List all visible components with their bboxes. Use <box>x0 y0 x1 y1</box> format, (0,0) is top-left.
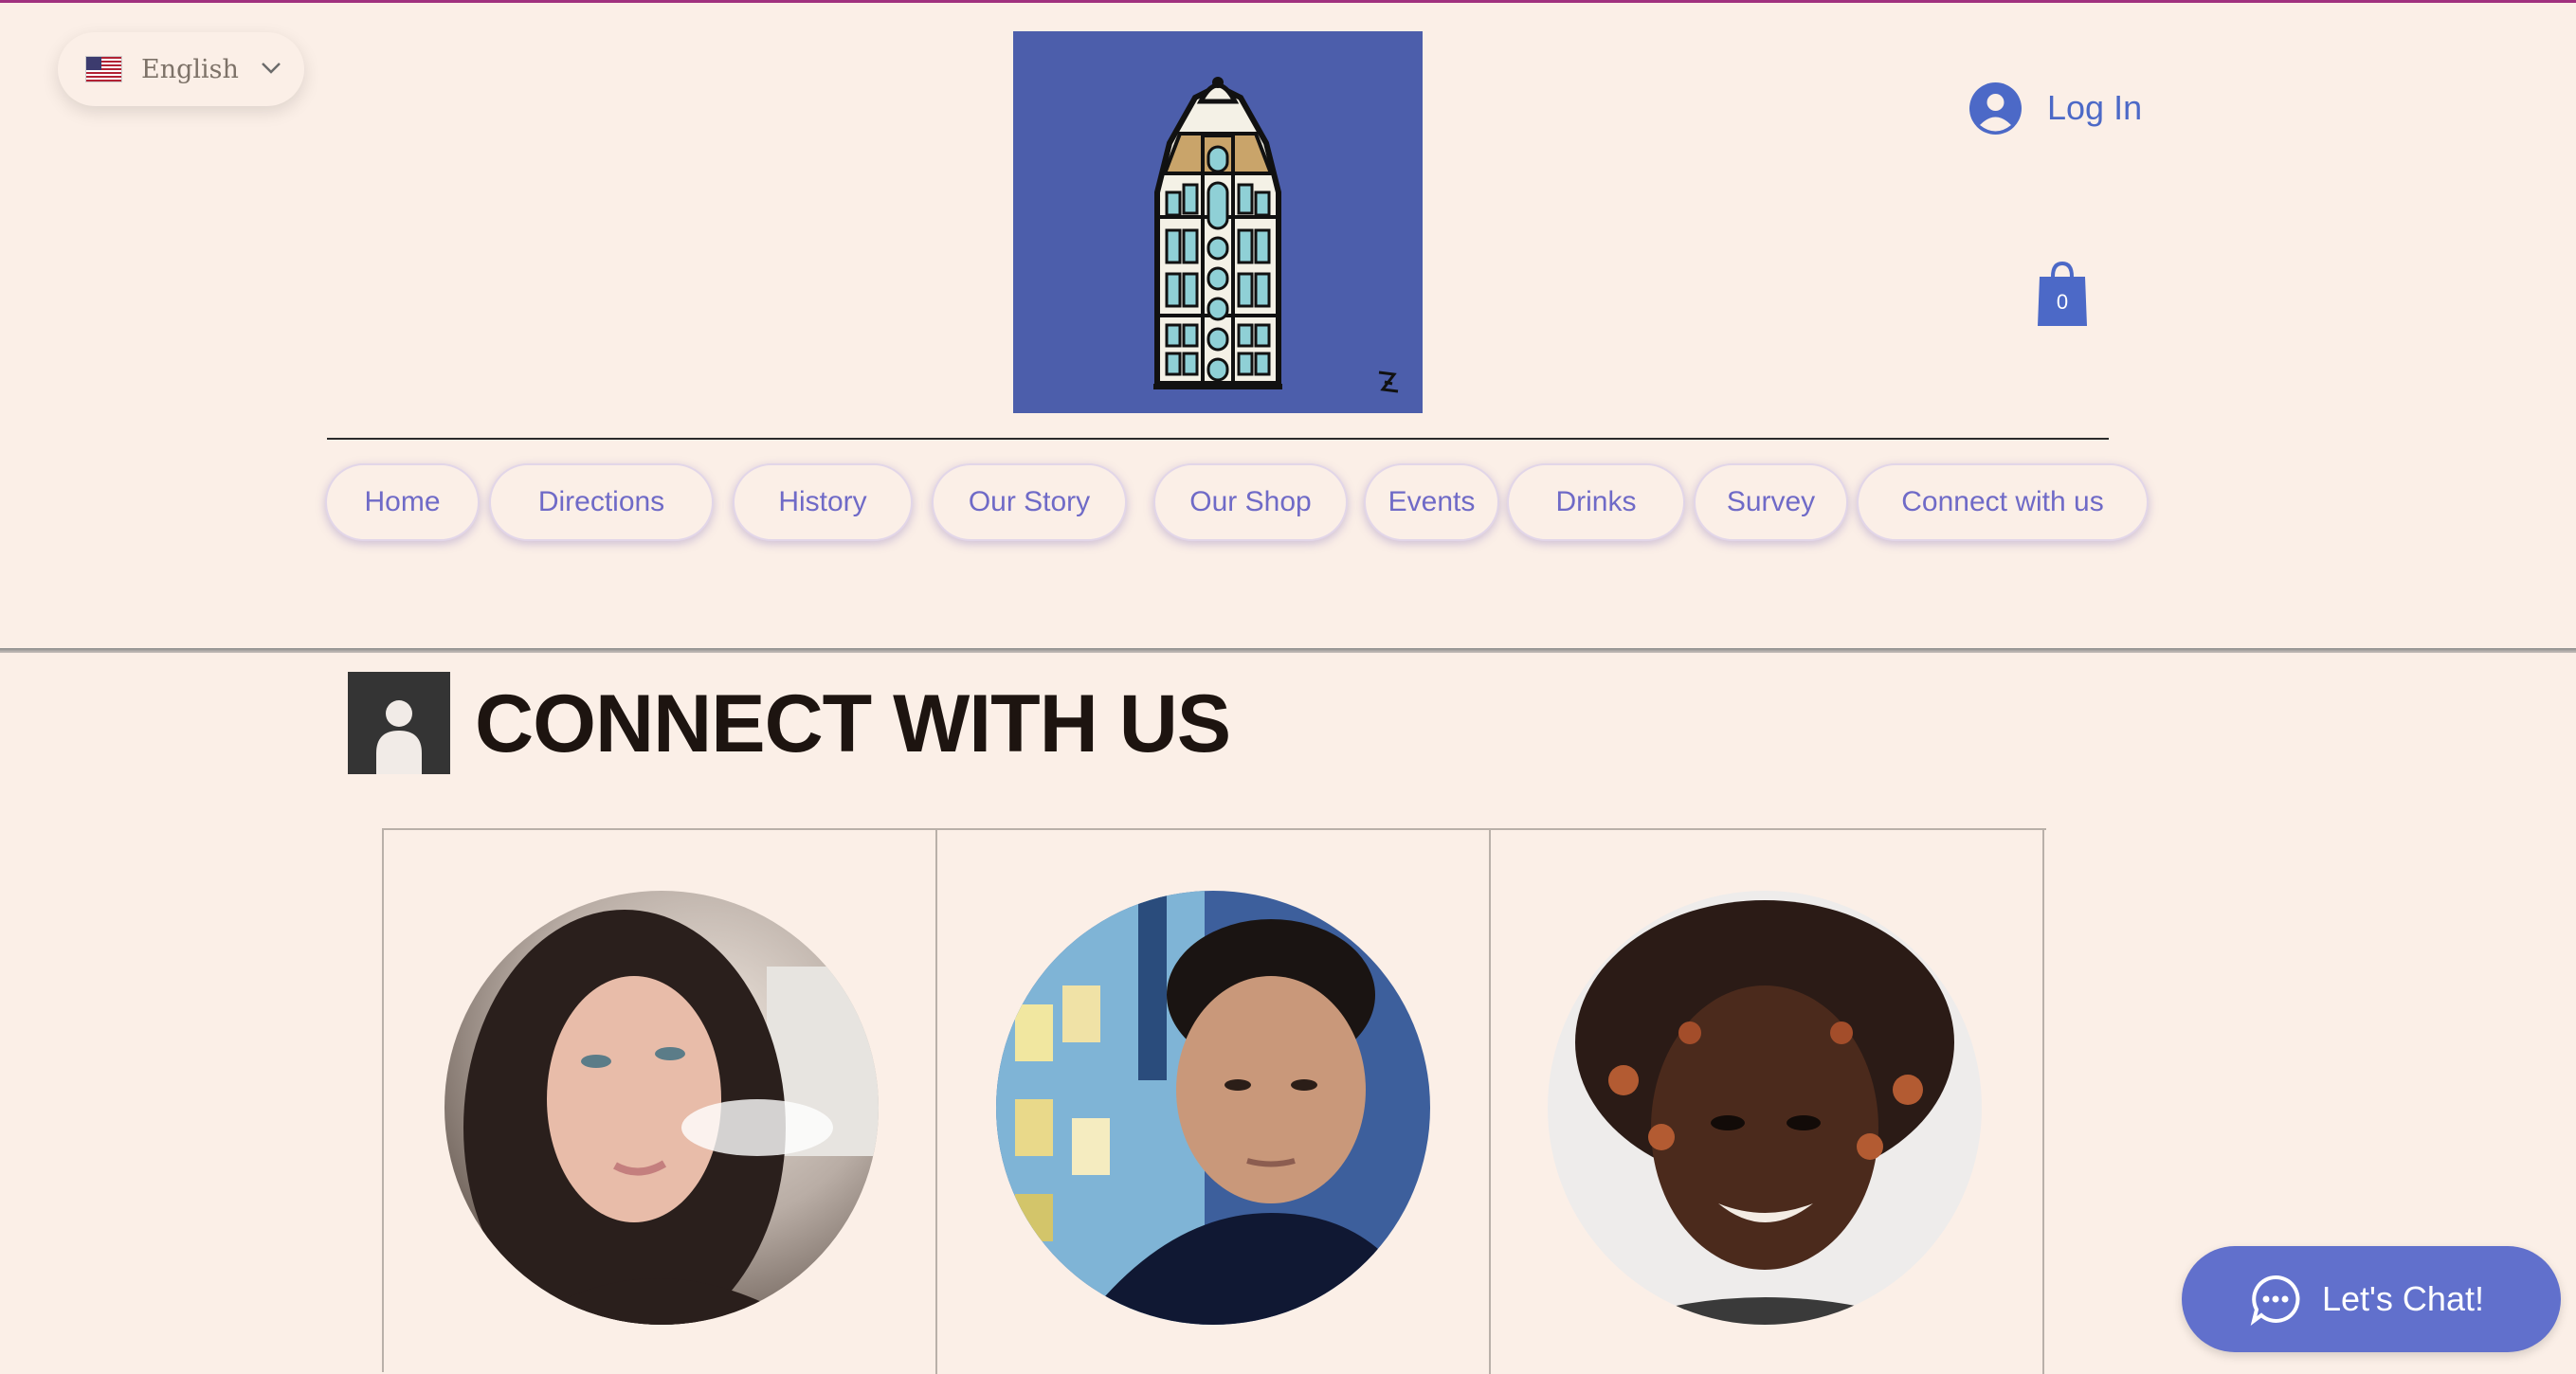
login-button[interactable]: Log In <box>1969 79 2142 137</box>
nav-item-drinks[interactable]: Drinks <box>1507 463 1685 541</box>
nav-item-label: Drinks <box>1555 486 1637 517</box>
chat-button[interactable]: Let's Chat! <box>2182 1246 2561 1352</box>
page-title: CONNECT WITH US <box>475 678 1231 769</box>
nav-item-label: Our Story <box>968 486 1091 517</box>
nav-item-home[interactable]: Home <box>325 463 480 541</box>
nav-item-survey[interactable]: Survey <box>1694 463 1848 541</box>
nav-item-label: Directions <box>537 486 665 517</box>
chat-bubble-icon <box>2250 1275 2300 1326</box>
team-grid <box>382 828 2046 1374</box>
nav-item-label: Events <box>1388 486 1476 517</box>
nav-item-history[interactable]: History <box>733 463 913 541</box>
cart-count: 0 <box>2056 290 2069 314</box>
top-border <box>0 0 2576 3</box>
nav-item-label: History <box>778 486 867 517</box>
nav-item-label: Survey <box>1726 486 1816 517</box>
flatiron-building-icon <box>1153 77 1399 393</box>
team-card <box>937 830 1491 1374</box>
nav-item-our-story[interactable]: Our Story <box>932 463 1127 541</box>
language-selector[interactable]: English <box>58 32 304 106</box>
header-divider <box>0 648 2576 653</box>
login-label: Log In <box>2047 88 2143 127</box>
nav-divider <box>327 438 2109 440</box>
nav-item-directions[interactable]: Directions <box>489 463 714 541</box>
nav-item-label: Home <box>364 486 441 517</box>
user-avatar-icon <box>1969 81 2022 135</box>
nav-item-connect-with-us[interactable]: Connect with us <box>1857 463 2149 541</box>
team-portrait-1[interactable] <box>444 891 879 1325</box>
nav-item-label: Our Shop <box>1189 486 1312 517</box>
language-label: English <box>141 54 239 84</box>
team-portrait-3[interactable] <box>1548 891 1982 1325</box>
person-placeholder-icon <box>348 672 450 774</box>
chat-label: Let's Chat! <box>2322 1279 2484 1318</box>
cart-button[interactable]: 0 <box>2036 261 2089 328</box>
chevron-down-icon <box>259 55 283 84</box>
nav-item-our-shop[interactable]: Our Shop <box>1153 463 1348 541</box>
team-card <box>1491 830 2044 1374</box>
team-card <box>384 830 937 1374</box>
nav-item-events[interactable]: Events <box>1364 463 1499 541</box>
site-logo[interactable] <box>1013 31 1423 413</box>
team-portrait-2[interactable] <box>996 891 1430 1325</box>
us-flag-icon <box>85 56 122 82</box>
nav-item-label: Connect with us <box>1901 486 2104 517</box>
